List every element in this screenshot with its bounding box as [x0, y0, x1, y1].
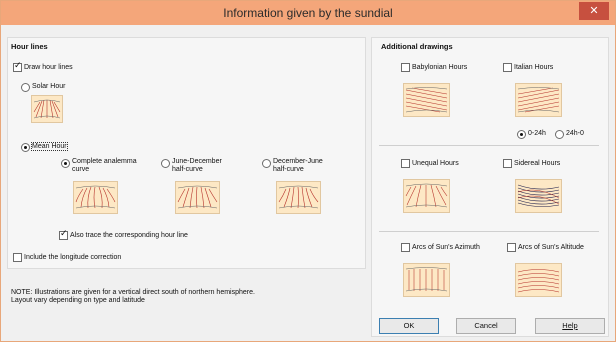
babylonian-icon	[403, 83, 450, 117]
also-trace-checkbox[interactable]	[59, 229, 68, 240]
complete-analemma-radio[interactable]	[61, 159, 70, 168]
solar-hour-label: Solar Hour	[32, 83, 66, 90]
italian-hours-label: Italian Hours	[514, 64, 554, 71]
sidereal-lines-icon	[517, 184, 560, 207]
sun-azimuth-label: Arcs of Sun's Azimuth	[412, 244, 480, 251]
unequal-hours-label: Unequal Hours	[412, 160, 459, 167]
june-december-label-2: half-curve	[172, 166, 203, 173]
june-december-icon	[175, 181, 220, 214]
babylonian-lines-icon	[405, 87, 448, 113]
range-24-0-label: 24h-0	[566, 130, 584, 137]
june-dec-half-curve-icon	[177, 185, 218, 209]
complete-analemma-label-2: curve	[72, 166, 90, 173]
ok-button[interactable]: OK	[379, 318, 439, 334]
separator-1	[379, 145, 599, 146]
also-trace-label: Also trace the corresponding hour line	[70, 232, 188, 239]
draw-hour-lines-checkbox[interactable]	[13, 61, 22, 72]
azimuth-icon	[403, 263, 450, 297]
analemma-lines-icon	[75, 185, 116, 209]
december-june-label-2: half-curve	[273, 166, 304, 173]
separator-2	[379, 231, 599, 232]
complete-analemma-label-1: Complete analemma	[72, 158, 137, 165]
solar-hour-lines-icon	[33, 99, 61, 119]
range-0-24-radio[interactable]	[517, 130, 526, 139]
sun-altitude-label: Arcs of Sun's Altitude	[518, 244, 584, 251]
sun-altitude-checkbox[interactable]	[507, 243, 516, 252]
title-bar[interactable]: Information given by the sundial ✕	[1, 1, 615, 25]
italian-hours-checkbox[interactable]	[503, 63, 512, 72]
analemma-icon	[73, 181, 118, 214]
babylonian-hours-checkbox[interactable]	[401, 63, 410, 72]
sidereal-hours-checkbox[interactable]	[503, 159, 512, 168]
babylonian-hours-label: Babylonian Hours	[412, 64, 468, 71]
range-0-24-label: 0-24h	[528, 130, 546, 137]
unequal-lines-icon	[405, 183, 448, 208]
help-button[interactable]: Help	[535, 318, 605, 334]
altitude-icon	[515, 263, 562, 297]
longitude-correction-label: Include the longitude correction	[24, 254, 122, 261]
close-icon: ✕	[589, 5, 599, 17]
altitude-arcs-icon	[517, 269, 560, 293]
december-june-icon	[276, 181, 321, 214]
december-june-radio[interactable]	[262, 159, 271, 168]
note-line-2: Layout vary depending on type and latitu…	[11, 297, 145, 304]
mean-hour-label: Mean Hour	[31, 142, 68, 151]
italian-icon	[515, 83, 562, 117]
cancel-button[interactable]: Cancel	[456, 318, 516, 334]
window-title: Information given by the sundial	[223, 6, 393, 20]
range-24-0-radio[interactable]	[555, 130, 564, 139]
sidereal-hours-label: Sidereal Hours	[514, 160, 561, 167]
note-line-1: NOTE: Illustrations are given for a vert…	[11, 289, 255, 296]
azimuth-arcs-icon	[405, 267, 448, 292]
help-button-label: Help	[562, 321, 578, 330]
june-december-label-1: June-December	[172, 158, 222, 165]
longitude-correction-checkbox[interactable]	[13, 253, 22, 262]
dialog-window: Information given by the sundial ✕ Hour …	[0, 0, 616, 342]
sun-azimuth-checkbox[interactable]	[401, 243, 410, 252]
mean-hour-radio[interactable]	[21, 143, 30, 152]
draw-hour-lines-label: Draw hour lines	[24, 64, 73, 71]
june-december-radio[interactable]	[161, 159, 170, 168]
sidereal-icon	[515, 179, 562, 213]
december-june-label-1: December-June	[273, 158, 323, 165]
unequal-icon	[403, 179, 450, 213]
solar-hour-radio[interactable]	[21, 83, 30, 92]
additional-drawings-title: Additional drawings	[381, 42, 453, 51]
close-button[interactable]: ✕	[579, 2, 609, 20]
dec-june-half-curve-icon	[278, 185, 319, 209]
unequal-hours-checkbox[interactable]	[401, 159, 410, 168]
note-text: NOTE: Illustrations are given for a vert…	[11, 289, 255, 305]
solar-hour-icon	[31, 95, 63, 123]
hour-lines-title: Hour lines	[11, 42, 48, 51]
italian-lines-icon	[517, 87, 560, 113]
